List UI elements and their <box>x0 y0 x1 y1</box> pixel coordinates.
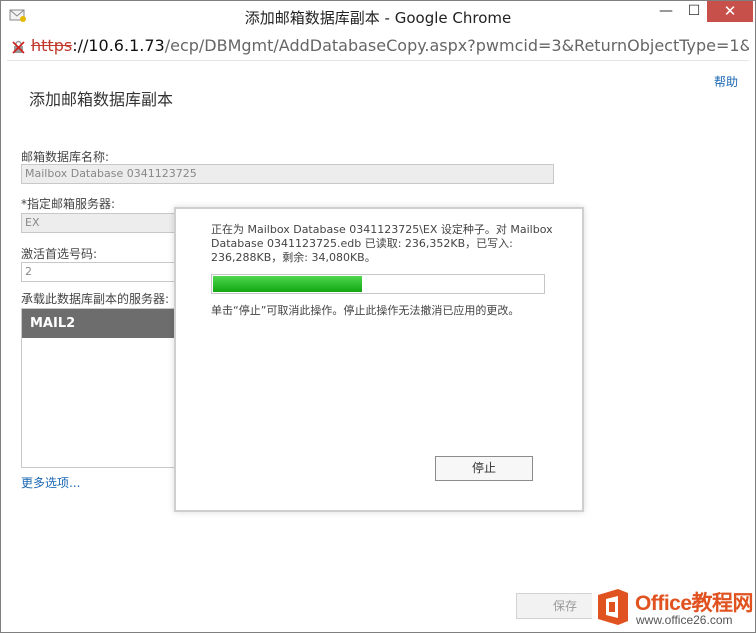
url-text[interactable]: https://10.6.1.73/ecp/DBMgmt/AddDatabase… <box>31 36 749 55</box>
office-logo-icon <box>598 589 628 625</box>
url-path: /ecp/DBMgmt/AddDatabaseCopy.aspx?pwmcid=… <box>164 36 749 55</box>
url-scheme: https <box>31 36 73 55</box>
url-host: ://10.6.1.73 <box>72 36 165 55</box>
watermark: Office教程网 www.office26.com <box>592 585 754 631</box>
server-label: *指定邮箱服务器: <box>21 197 116 211</box>
server-list[interactable]: MAIL2 <box>21 308 181 468</box>
server-field[interactable]: EX <box>21 213 181 233</box>
database-name-field: Mailbox Database 0341123725 <box>21 164 554 184</box>
progress-bar-fill <box>213 276 362 292</box>
page-content: 帮助 添加邮箱数据库副本 邮箱数据库名称: Mailbox Database 0… <box>1 61 755 632</box>
progress-bar <box>211 274 545 294</box>
page-title: 添加邮箱数据库副本 <box>29 90 174 109</box>
help-link[interactable]: 帮助 <box>714 73 738 90</box>
progress-message: 正在为 Mailbox Database 0341123725\EX 设定种子。… <box>211 223 553 264</box>
window-title: 添加邮箱数据库副本 - Google Chrome <box>244 9 512 27</box>
stop-button[interactable]: 停止 <box>435 456 533 481</box>
activation-label: 激活首选号码: <box>21 247 98 261</box>
insecure-https-icon[interactable] <box>12 40 26 54</box>
servers-label: 承载此数据库副本的服务器: <box>21 292 170 306</box>
close-button[interactable]: ✕ <box>707 1 753 22</box>
progress-hint: 单击“停止”可取消此操作。停止此操作无法撤消已应用的更改。 <box>211 304 520 317</box>
database-name-label: 邮箱数据库名称: <box>21 150 110 164</box>
server-list-item[interactable]: MAIL2 <box>22 309 180 338</box>
browser-window: 添加邮箱数据库副本 - Google Chrome — ☐ ✕ https://… <box>0 0 756 633</box>
progress-dialog: 正在为 Mailbox Database 0341123725\EX 设定种子。… <box>174 207 584 512</box>
minimize-button[interactable]: — <box>651 1 681 22</box>
watermark-url: www.office26.com <box>636 613 733 627</box>
title-bar: 添加邮箱数据库副本 - Google Chrome — ☐ ✕ <box>1 1 755 31</box>
more-options-link[interactable]: 更多选项... <box>21 474 80 491</box>
maximize-button[interactable]: ☐ <box>679 1 709 22</box>
address-bar[interactable]: https://10.6.1.73/ecp/DBMgmt/AddDatabase… <box>7 32 749 61</box>
activation-field[interactable]: 2 <box>21 262 181 282</box>
